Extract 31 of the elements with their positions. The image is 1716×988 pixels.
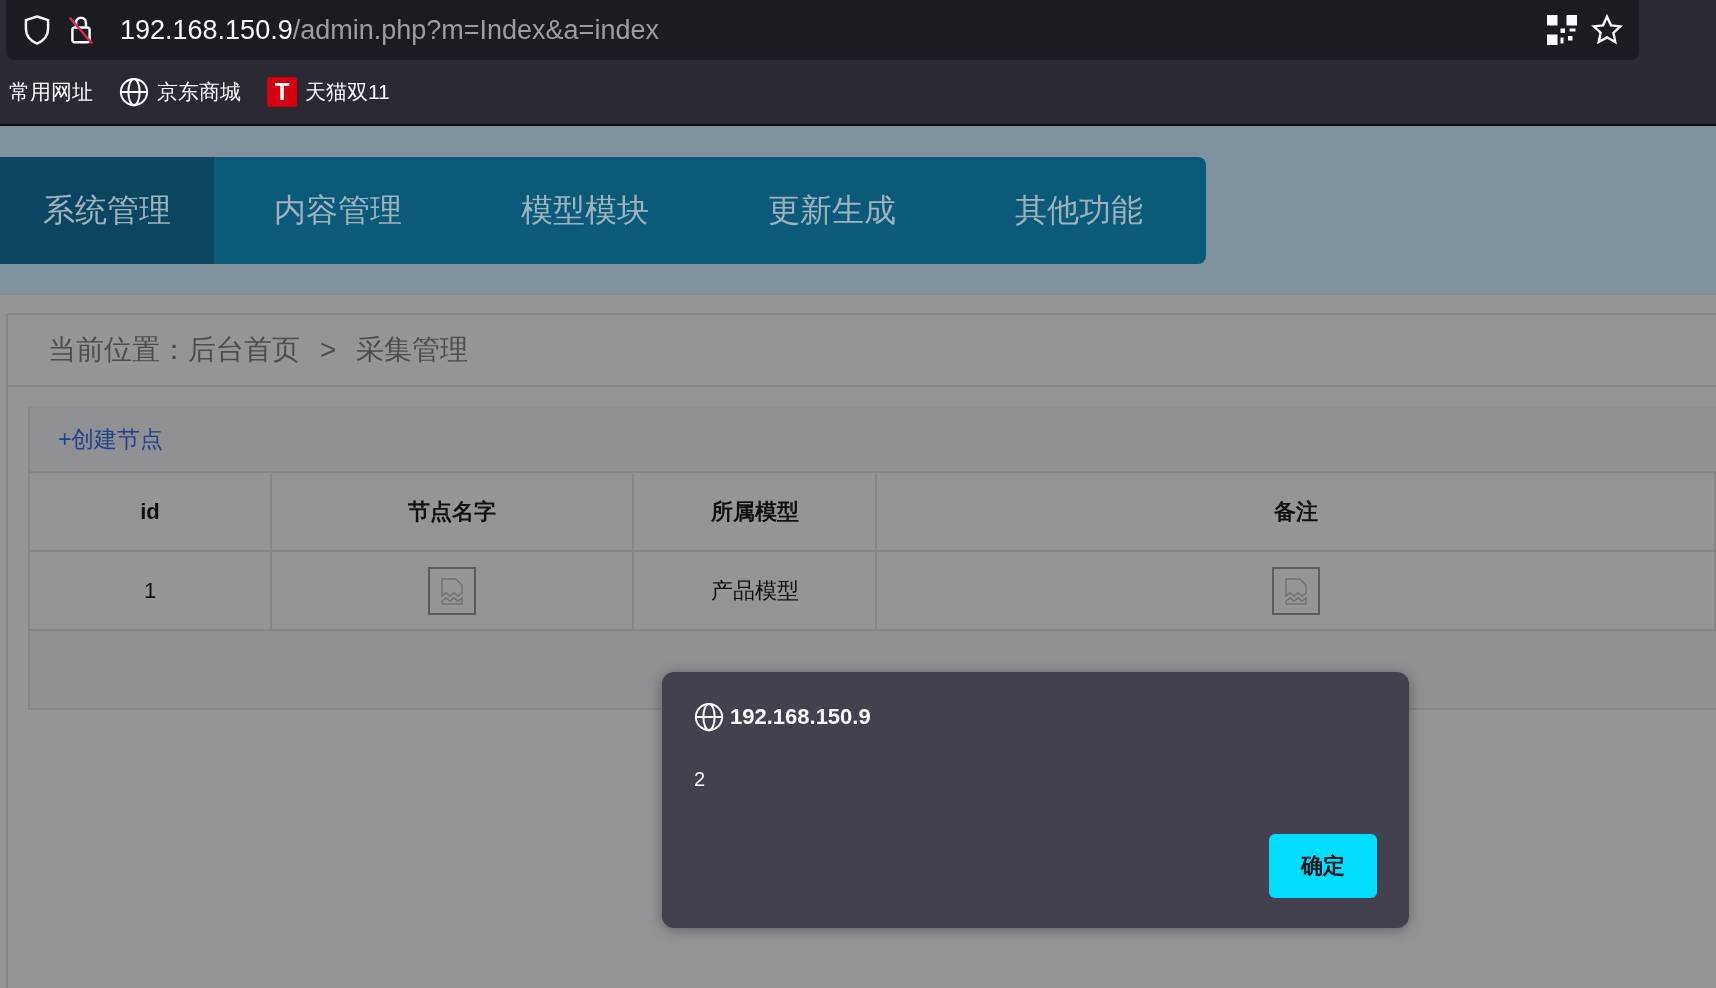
create-node-link[interactable]: +创建节点	[58, 423, 164, 455]
breadcrumb-item: 后台首页	[188, 333, 300, 367]
nav-tab[interactable]: 更新生成	[708, 157, 955, 264]
globe-icon	[694, 702, 724, 732]
bookmark-link[interactable]: 常用网址	[9, 78, 93, 106]
dialog-title: 192.168.150.9	[730, 704, 871, 730]
column-header: id	[30, 471, 272, 550]
bookmark-link[interactable]: T 天猫双11	[267, 77, 390, 107]
star-icon[interactable]	[1591, 14, 1623, 46]
broken-image-icon	[428, 566, 476, 615]
nav-tab[interactable]: 模型模块	[461, 157, 708, 264]
column-header: 节点名字	[272, 471, 634, 550]
column-header: 所属模型	[634, 471, 877, 550]
breadcrumb-separator: >	[320, 334, 337, 366]
broken-image-icon	[1271, 566, 1320, 615]
column-header: 备注	[877, 471, 1716, 550]
ok-button[interactable]: 确定	[1269, 834, 1377, 898]
table-cell: 产品模型	[634, 550, 877, 629]
nav-tab[interactable]: 内容管理	[214, 157, 461, 264]
bookmark-badge: T	[267, 77, 297, 107]
shield-icon[interactable]	[22, 14, 52, 46]
qr-code-icon[interactable]	[1547, 15, 1577, 45]
lock-icon[interactable]	[66, 14, 96, 46]
nav-tab[interactable]: 系统管理	[0, 157, 214, 264]
globe-icon	[119, 77, 149, 107]
dialog-message: 2	[694, 768, 707, 791]
bookmark-link[interactable]: 京东商城	[119, 77, 241, 107]
breadcrumb-label: 当前位置：	[48, 333, 188, 367]
breadcrumb-item: 采集管理	[356, 333, 469, 367]
nav-tab[interactable]: 其他功能	[955, 157, 1202, 264]
table-cell: 1	[30, 550, 272, 629]
